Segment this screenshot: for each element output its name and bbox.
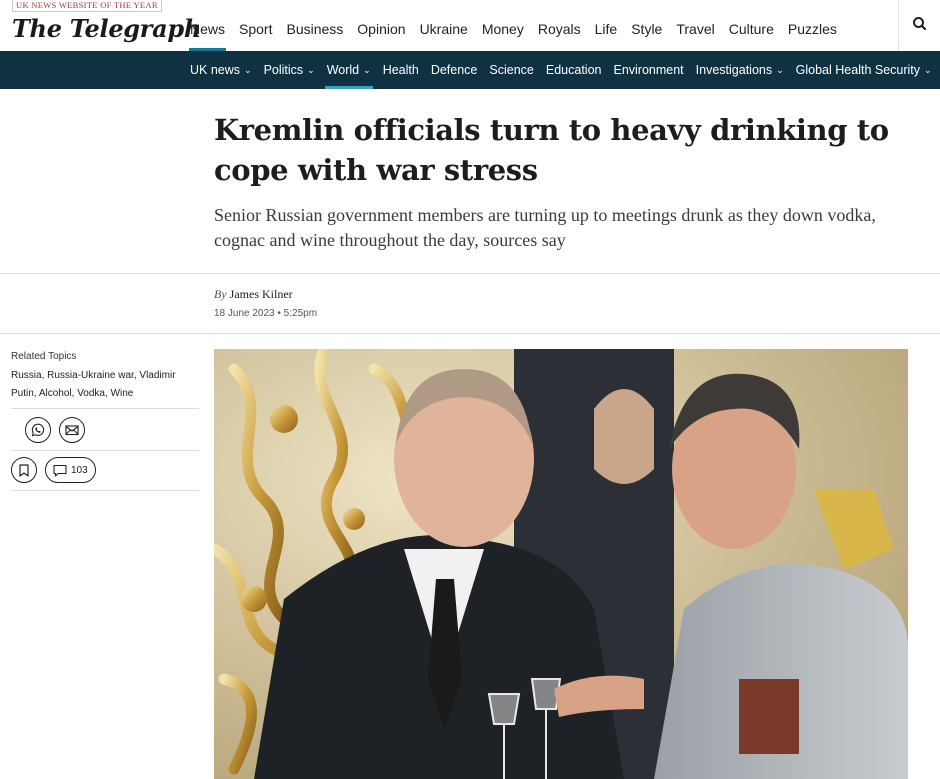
top-bar: UK NEWS WEBSITE OF THE YEAR The Telegrap… (0, 0, 940, 51)
topic-link[interactable]: Vodka (77, 388, 105, 399)
article-hero-image (214, 349, 908, 779)
subnav-label: Investigations (695, 63, 773, 77)
nav-item-opinion[interactable]: Opinion (350, 0, 412, 51)
subnav-label: Environment (613, 63, 684, 77)
email-icon (65, 425, 79, 436)
topic-link[interactable]: Russia-Ukraine war (47, 370, 134, 381)
chevron-down-icon: ⌄ (924, 64, 932, 75)
nav-item-business[interactable]: Business (279, 0, 350, 51)
nav-item-culture[interactable]: Culture (722, 0, 781, 51)
nav-item-royals[interactable]: Royals (531, 0, 588, 51)
nav-item-style[interactable]: Style (624, 0, 669, 51)
subnav-label: World (326, 63, 360, 77)
nav-item-sport[interactable]: Sport (232, 0, 279, 51)
chevron-down-icon: ⌄ (307, 64, 315, 75)
main-nav: News Sport Business Opinion Ukraine Money Roya… (183, 0, 844, 51)
author-link[interactable]: James Kilner (230, 287, 293, 301)
search-button[interactable] (910, 14, 930, 34)
nav-item-puzzles[interactable]: Puzzles (781, 0, 844, 51)
subnav-item-politics[interactable]: Politics ⌄ (258, 51, 321, 89)
subnav-item-defence[interactable]: Defence (425, 51, 484, 89)
subnav-label: Science (489, 63, 534, 77)
subnav-item-uk-news[interactable]: UK news ⌄ (184, 51, 258, 89)
award-badge: UK NEWS WEBSITE OF THE YEAR (12, 0, 162, 12)
topic-link[interactable]: Alcohol (39, 388, 72, 399)
whatsapp-share-button[interactable] (25, 417, 51, 443)
byline: By James Kilner (214, 287, 293, 302)
related-topics-list: Russia, Russia-Ukraine war, Vladimir Put… (11, 367, 196, 403)
nav-item-life[interactable]: Life (588, 0, 625, 51)
divider (0, 273, 940, 274)
bookmark-icon (19, 464, 29, 477)
subnav-item-health[interactable]: Health (377, 51, 425, 89)
nav-item-money[interactable]: Money (475, 0, 531, 51)
subnav-label: Health (382, 63, 419, 77)
divider (11, 450, 199, 451)
search-icon (913, 17, 927, 31)
comment-count: 103 (71, 464, 88, 476)
chevron-down-icon: ⌄ (776, 64, 784, 75)
nav-item-news[interactable]: News (183, 0, 232, 51)
site-logo[interactable]: The Telegraph (12, 14, 201, 43)
bookmark-button[interactable] (11, 457, 37, 483)
subnav-label: Education (545, 63, 602, 77)
publish-date: 18 June 2023 • 5:25pm (214, 308, 318, 319)
nav-item-ukraine[interactable]: Ukraine (413, 0, 475, 51)
email-share-button[interactable] (59, 417, 85, 443)
subnav-label: Defence (430, 63, 478, 77)
chevron-down-icon: ⌄ (363, 64, 371, 75)
topic-link[interactable]: Wine (111, 388, 134, 399)
subnav-item-investigations[interactable]: Investigations ⌄ (690, 51, 790, 89)
whatsapp-icon (31, 423, 45, 437)
subnav-label: Politics (263, 63, 304, 77)
related-topics-label: Related Topics (11, 351, 77, 362)
divider (11, 490, 199, 491)
subnav-item-science[interactable]: Science (483, 51, 539, 89)
nav-item-travel[interactable]: Travel (669, 0, 721, 51)
byline-prefix: By (214, 287, 227, 301)
topic-link[interactable]: Russia (11, 370, 42, 381)
divider (898, 0, 899, 51)
comment-icon (53, 464, 67, 477)
subnav-label: Global Health Security (795, 63, 921, 77)
subnav-item-education[interactable]: Education (540, 51, 608, 89)
divider (11, 408, 199, 409)
chevron-down-icon: ⌄ (244, 64, 252, 75)
photo-illustration (214, 349, 908, 779)
article-standfirst: Senior Russian government members are tu… (214, 205, 876, 250)
article-headline: Kremlin officials turn to heavy drinking… (214, 113, 889, 187)
comments-button[interactable]: 103 (45, 457, 96, 483)
subnav-item-environment[interactable]: Environment (607, 51, 689, 89)
subnav-label: UK news (190, 63, 241, 77)
subnav-item-world[interactable]: World ⌄ (321, 51, 377, 89)
section-subnav: UK news ⌄ Politics ⌄ World ⌄ Health Defence Scie… (0, 51, 940, 89)
subnav-item-global-health-security[interactable]: Global Health Security ⌄ (790, 51, 938, 89)
divider (0, 333, 940, 334)
subnav-items: UK news ⌄ Politics ⌄ World ⌄ Health Defence Scie… (184, 51, 938, 89)
